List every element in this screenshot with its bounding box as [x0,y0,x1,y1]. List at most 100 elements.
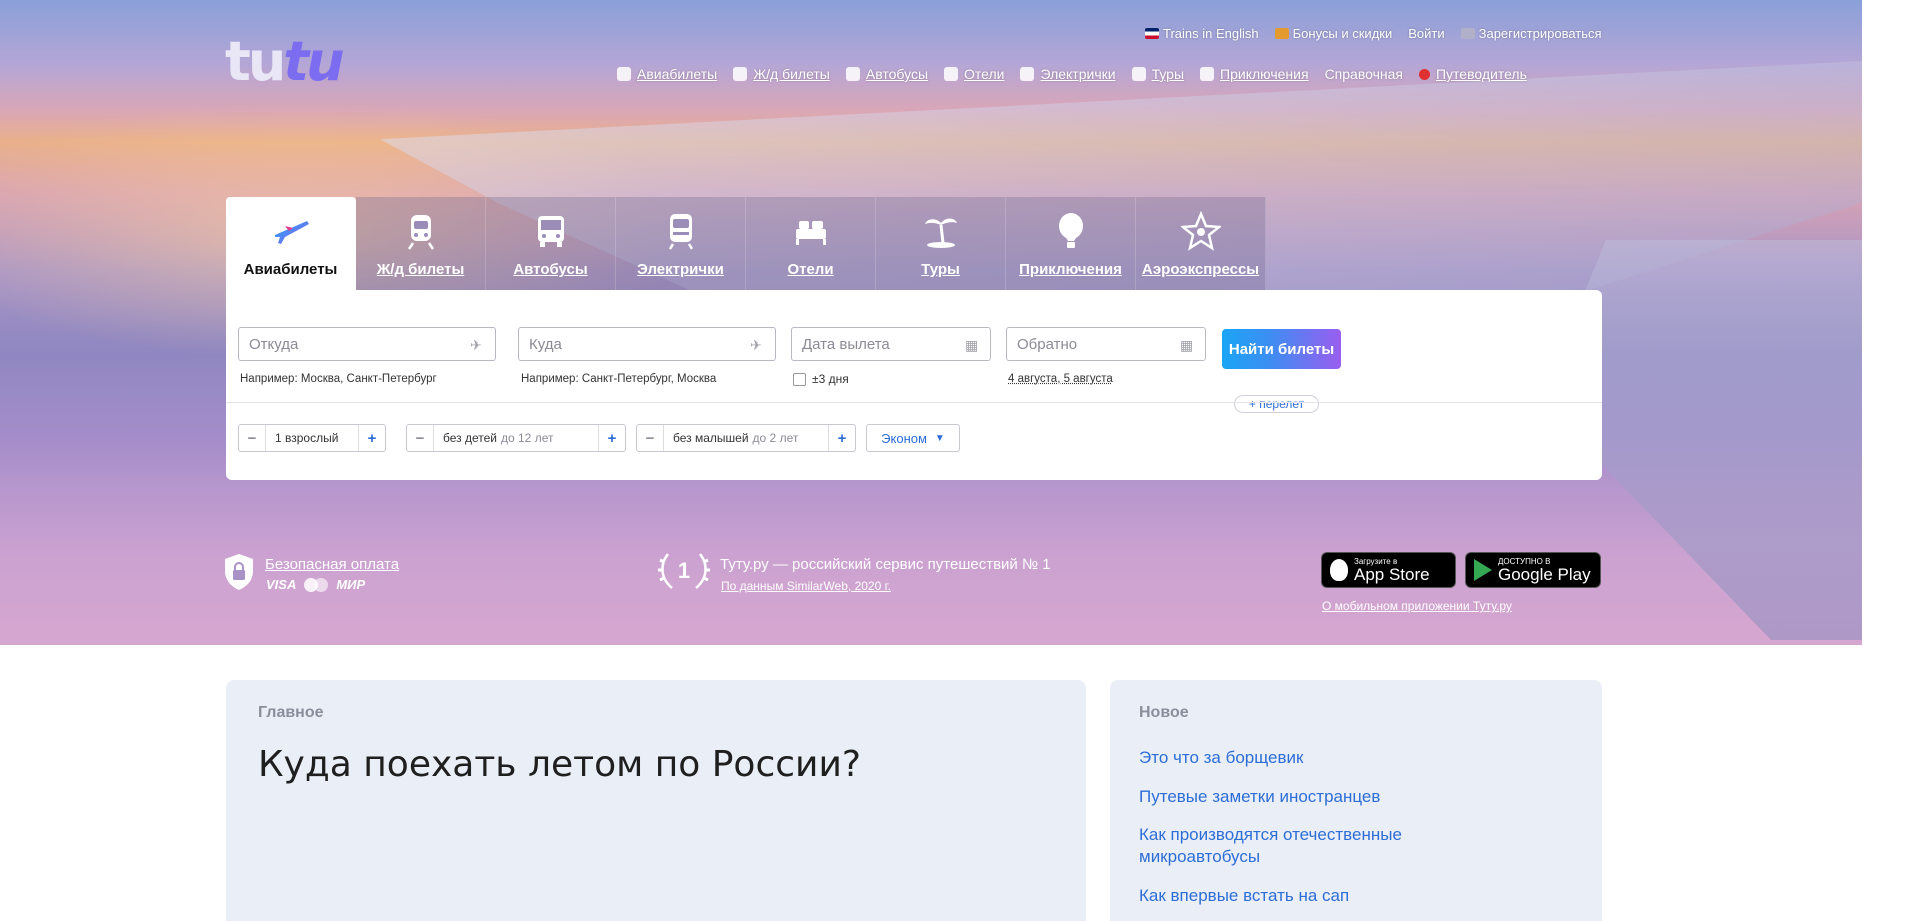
tab-adventures[interactable]: Приключения [1006,197,1136,290]
from-field[interactable]: Откуда ✈ [238,327,496,361]
infants-label: без малышей [673,431,749,445]
google-play-button[interactable]: ДОСТУПНО В Google Play [1465,552,1601,588]
tab-label: Авиабилеты [244,261,338,278]
nav-item-bus[interactable]: Автобусы [846,66,928,82]
chevron-down-icon: ▼ [935,433,945,444]
return-date-field[interactable]: Обратно ▦ [1006,327,1206,361]
children-age-note: до 12 лет [501,431,553,445]
from-hint[interactable]: Например: Москва, Санкт-Петербург [240,373,437,385]
google-play-big: Google Play [1498,566,1591,584]
award-source-link[interactable]: По данным SimilarWeb, 2020 г. [721,579,891,593]
uk-flag-icon [1145,28,1159,39]
login-label: Войти [1408,26,1444,41]
tab-aeroexpress[interactable]: Аэроэкспрессы [1136,197,1266,290]
google-play-icon [1474,559,1492,581]
plus-button[interactable]: + [359,425,385,451]
adults-label: 1 взрослый [275,431,338,445]
add-flight-button[interactable]: + перелет [1234,395,1319,413]
laurel-award-icon: 1 [658,548,710,594]
news-link[interactable]: Как производятся отечественные микроавто… [1139,824,1439,868]
from-placeholder: Откуда [249,336,298,353]
tab-hotels[interactable]: Отели [746,197,876,290]
register-label: Зарегистрироваться [1479,26,1602,41]
news-link[interactable]: Путевые заметки иностранцев [1139,786,1380,808]
train-icon [399,209,443,253]
main-nav: Авиабилеты Ж/д билеты Автобусы Отели Эле… [617,66,1527,82]
plus-button[interactable]: + [599,425,625,451]
children-value: без детей до 12 лет [433,425,599,451]
trains-in-english-label: Trains in English [1163,26,1259,41]
award-title: Туту.ру — российский сервис путешествий … [720,556,1051,573]
register-link[interactable]: Зарегистрироваться [1461,26,1602,41]
tutu-logo[interactable]: tu tu [225,30,342,86]
nav-item-tours[interactable]: Туры [1132,66,1184,82]
tab-bus[interactable]: Автобусы [486,197,616,290]
to-placeholder: Куда [529,336,562,353]
children-stepper[interactable]: − без детей до 12 лет + [406,424,626,452]
hotel-icon [944,67,958,81]
to-field[interactable]: Куда ✈ [518,327,776,361]
calendar-icon: ▦ [965,337,981,353]
trains-in-english-link[interactable]: Trains in English [1145,26,1259,41]
tab-label: Автобусы [513,261,587,278]
tab-label: Ж/д билеты [377,261,465,278]
news-link[interactable]: Как впервые встать на сап [1139,885,1349,907]
plus-button[interactable]: + [829,425,855,451]
plane-icon [617,67,631,81]
app-store-button[interactable]: Загрузите в App Store [1321,552,1456,588]
depart-date-field[interactable]: Дата вылета ▦ [791,327,991,361]
nav-item-train[interactable]: Ж/д билеты [733,66,830,82]
mobile-app-link[interactable]: О мобильном приложении Туту.ру [1322,599,1512,613]
find-tickets-button[interactable]: Найти билеты [1222,329,1341,369]
minus-button[interactable]: − [407,425,433,451]
nav-item-adventures[interactable]: Приключения [1200,66,1309,82]
adults-stepper[interactable]: − 1 взрослый + [238,424,386,452]
shield-icon [224,553,254,591]
suburban-train-icon [1020,67,1034,81]
tab-label: Туры [921,261,960,278]
tab-train[interactable]: Ж/д билеты [356,197,486,290]
nav-label: Справочная [1325,66,1403,82]
flex-dates-checkbox[interactable]: ±3 дня [793,372,849,386]
plane-icon: ✈ [750,337,766,353]
to-hint[interactable]: Например: Санкт-Петербург, Москва [521,373,716,385]
bus-icon [529,209,573,253]
tour-icon [1132,67,1146,81]
apple-icon [1330,559,1348,581]
login-link[interactable]: Войти [1408,26,1444,41]
app-store-big: App Store [1354,566,1430,584]
nav-item-hotels[interactable]: Отели [944,66,1004,82]
news-link[interactable]: Это что за борщевик [1139,747,1303,769]
tab-tours[interactable]: Туры [876,197,1006,290]
class-select[interactable]: Эконом ▼ [866,424,960,452]
minus-button[interactable]: − [637,425,663,451]
return-hint[interactable]: 4 августа, 5 августа [1008,373,1113,385]
guide-icon [1419,69,1430,80]
search-panel: Откуда ✈ Например: Москва, Санкт-Петербу… [226,290,1602,480]
nav-label: Авиабилеты [637,66,717,82]
tab-avia[interactable]: Авиабилеты [226,197,356,290]
return-placeholder: Обратно [1017,336,1077,353]
nav-label: Туры [1152,66,1184,82]
adults-value: 1 взрослый [265,425,359,451]
new-section-label: Новое [1139,704,1189,722]
safe-payment-link[interactable]: Безопасная оплата [265,556,399,573]
minus-button[interactable]: − [239,425,265,451]
balloon-icon [1200,67,1214,81]
visa-logo: VISA [266,577,296,592]
depart-placeholder: Дата вылета [802,336,890,353]
nav-item-avia[interactable]: Авиабилеты [617,66,717,82]
cabinet-icon [1461,28,1475,39]
nav-item-guide[interactable]: Путеводитель [1419,66,1527,82]
nav-item-reference[interactable]: Справочная [1325,66,1403,82]
infants-stepper[interactable]: − без малышей до 2 лет + [636,424,856,452]
nav-item-suburban[interactable]: Электрички [1020,66,1115,82]
logo-part-2: tu [283,30,341,93]
main-article-title[interactable]: Куда поехать летом по России? [258,744,861,785]
tab-suburban[interactable]: Электрички [616,197,746,290]
bus-icon [846,67,860,81]
plane-icon: ✈ [470,337,486,353]
nav-label: Электрички [1040,66,1115,82]
bonuses-link[interactable]: Бонусы и скидки [1275,26,1393,41]
main-section-label: Главное [258,704,324,722]
